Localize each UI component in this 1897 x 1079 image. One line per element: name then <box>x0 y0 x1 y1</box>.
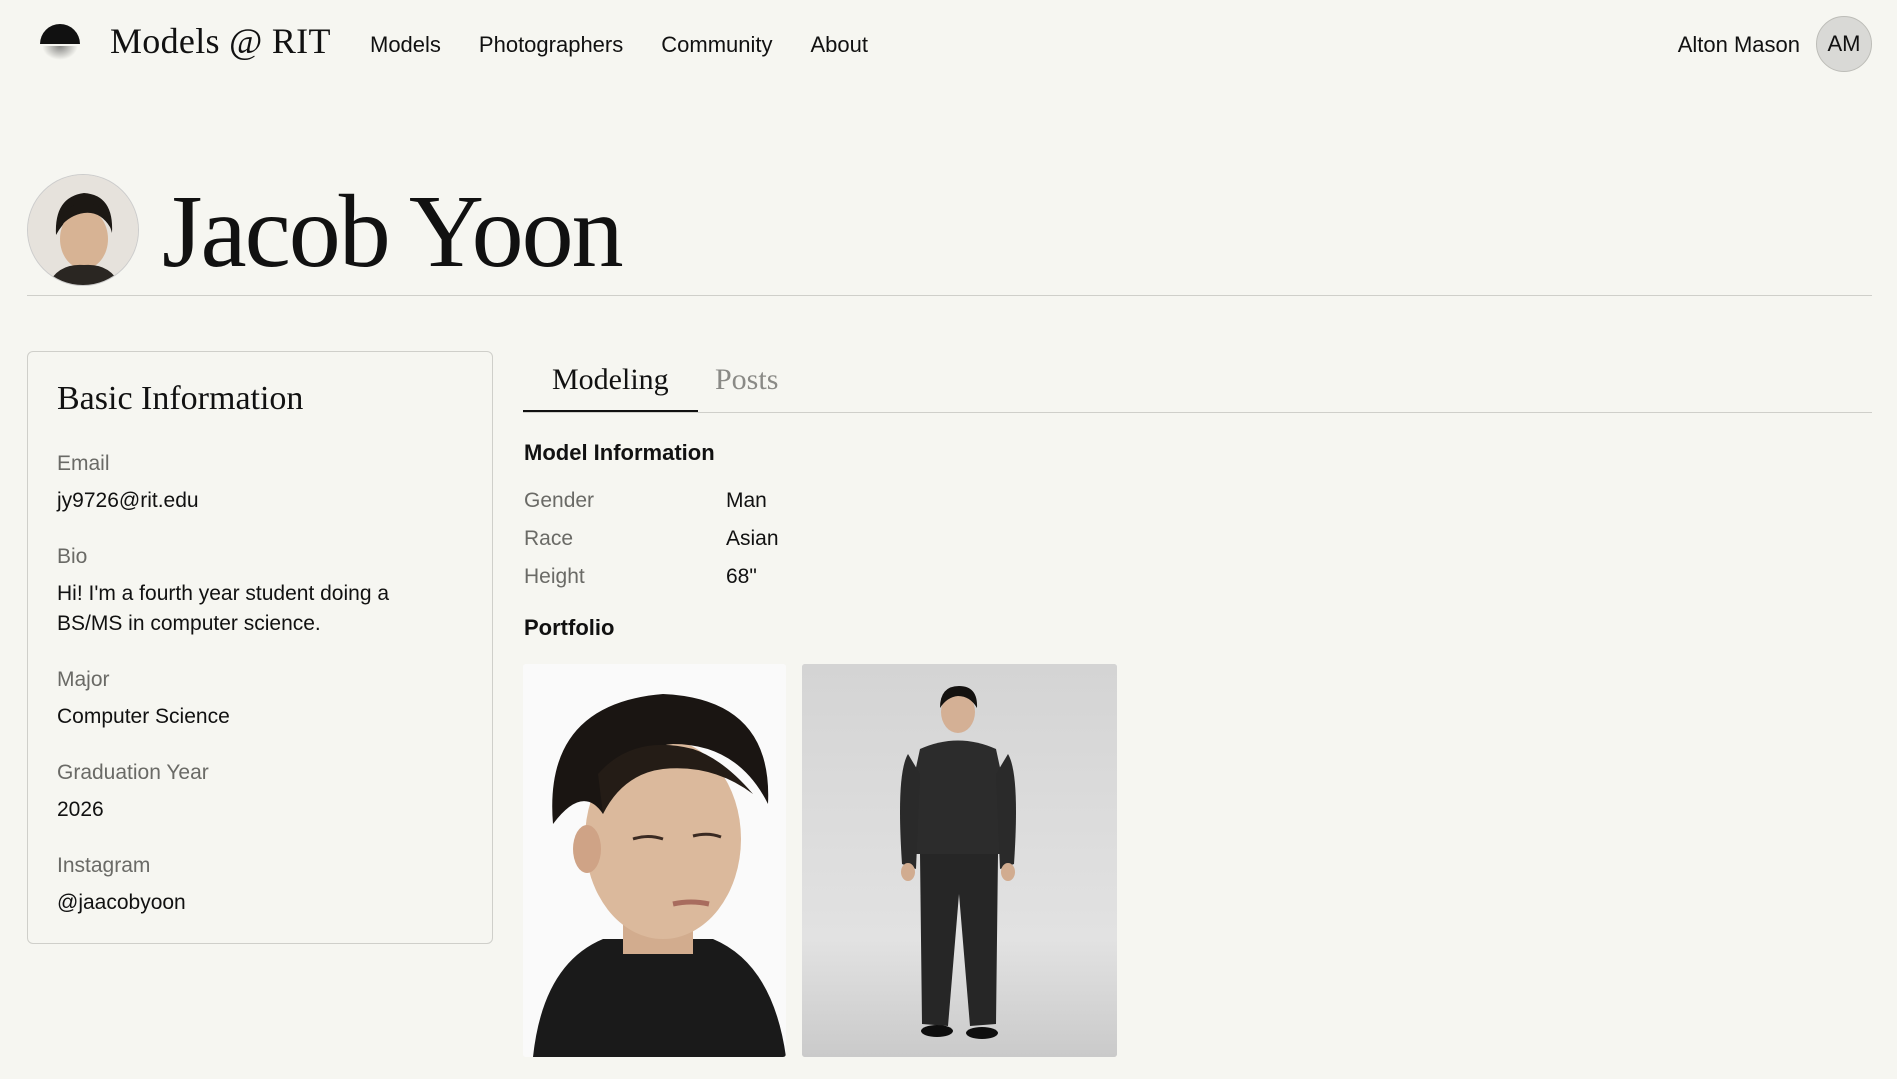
nav-about[interactable]: About <box>811 32 869 58</box>
field-instagram: Instagram @jaacobyoon <box>57 854 477 918</box>
row-label: Height <box>524 565 585 588</box>
model-info-title: Model Information <box>524 440 715 465</box>
bio-value: Hi! I'm a fourth year student doing a BS… <box>57 582 390 636</box>
field-graduation-year: Graduation Year 2026 <box>57 761 477 825</box>
nav-photographers[interactable]: Photographers <box>479 32 623 58</box>
email-value[interactable]: jy9726@rit.edu <box>57 486 477 516</box>
nav-community[interactable]: Community <box>661 32 772 58</box>
user-avatar[interactable]: AM <box>1816 16 1872 72</box>
row-label: Gender <box>524 489 595 512</box>
portfolio-photo-full-body[interactable] <box>802 664 1117 1057</box>
row-value: 68" <box>726 565 757 588</box>
card-title: Basic Information <box>57 380 304 417</box>
major-value: Computer Science <box>57 705 230 728</box>
field-label: Graduation Year <box>57 761 209 784</box>
field-label: Bio <box>57 545 88 568</box>
row-value: Asian <box>726 527 779 550</box>
user-name[interactable]: Alton Mason <box>1678 32 1800 58</box>
profile-avatar <box>27 174 139 286</box>
main-nav: Models Photographers Community About <box>370 32 868 58</box>
row-label: Race <box>524 527 574 550</box>
top-nav: Models @ RIT Models Photographers Commun… <box>0 0 1897 90</box>
graduation-year-value: 2026 <box>57 798 104 821</box>
logo-icon[interactable] <box>40 24 80 64</box>
field-label: Major <box>57 668 110 691</box>
row-value: Man <box>726 489 767 512</box>
profile-tabs: Modeling Posts <box>523 360 1872 413</box>
profile-name: Jacob Yoon <box>162 174 624 289</box>
tab-modeling[interactable]: Modeling <box>523 360 698 412</box>
brand-name[interactable]: Models @ RIT <box>110 20 331 62</box>
field-label: Instagram <box>57 854 151 877</box>
field-major: Major Computer Science <box>57 668 477 732</box>
field-email: Email jy9726@rit.edu <box>57 452 477 516</box>
field-label: Email <box>57 452 110 475</box>
header-divider <box>27 295 1872 296</box>
field-bio: Bio Hi! I'm a fourth year student doing … <box>57 545 477 640</box>
portfolio-title: Portfolio <box>524 615 615 640</box>
nav-models[interactable]: Models <box>370 32 441 58</box>
basic-info-card: Basic Information Email jy9726@rit.edu B… <box>27 351 493 944</box>
tab-posts[interactable]: Posts <box>686 360 807 412</box>
portfolio-photo-portrait[interactable] <box>523 664 786 1057</box>
instagram-value[interactable]: @jaacobyoon <box>57 888 477 918</box>
